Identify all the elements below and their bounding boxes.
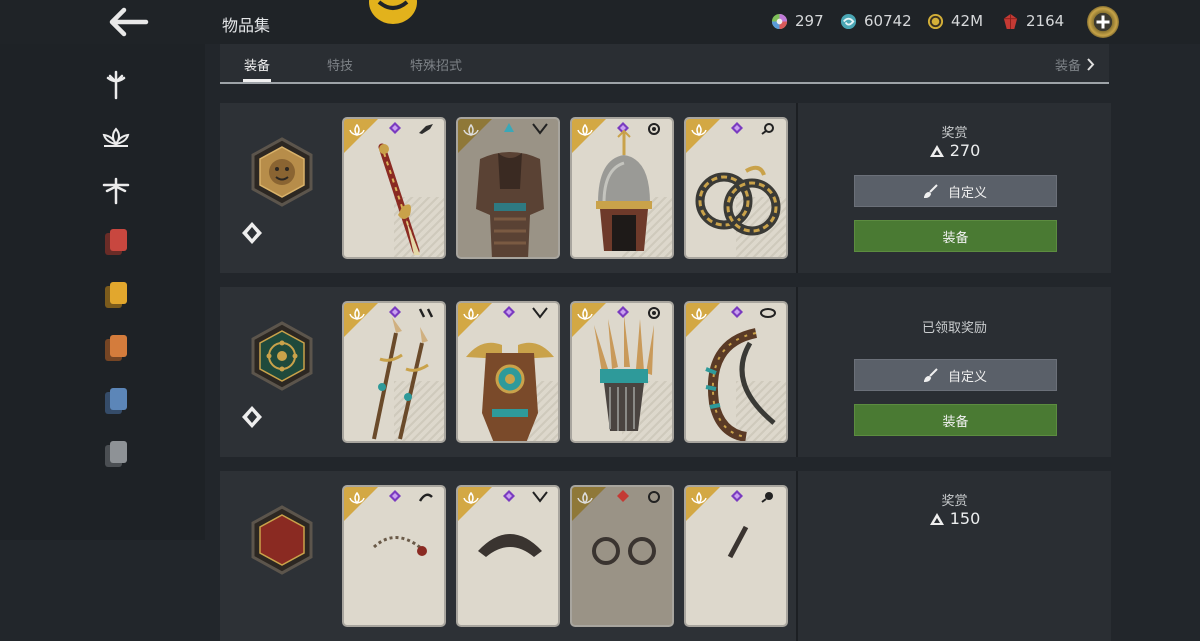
lion-emblem-icon[interactable] <box>250 137 314 207</box>
grey-cards-icon <box>105 441 127 469</box>
currency-steel: 60742 <box>840 12 912 30</box>
currency-coins: 42M <box>927 12 983 30</box>
sidebar-item-grey-cards[interactable] <box>101 440 131 470</box>
chain-card[interactable] <box>342 485 446 627</box>
helmet-card[interactable] <box>570 117 674 259</box>
sword-art <box>378 143 420 255</box>
reward-label: 奖赏 <box>941 126 968 141</box>
reward-amount: 270 <box>949 141 981 160</box>
equip-label: 装备 <box>942 414 969 430</box>
currency-orbs: 297 <box>771 12 824 30</box>
currency-gems-value: 2164 <box>1026 12 1065 30</box>
diamond-badge-icon <box>242 406 262 428</box>
top-bar: 物品集 297 60742 42M 2164 <box>0 0 1200 44</box>
diamond-badge-icon <box>242 222 262 244</box>
collection-row: 已领取奖励 自定义 装备 <box>220 287 1111 457</box>
chain-art <box>372 536 427 556</box>
tab-special-moves[interactable]: 特殊招式 <box>410 55 462 74</box>
rainbow-orb-icon <box>771 13 788 29</box>
red-cards-icon <box>105 229 127 257</box>
spear-art <box>372 317 429 440</box>
shoulder-art <box>478 534 542 557</box>
equip-button[interactable]: 装备 <box>854 220 1057 252</box>
brush-icon <box>923 184 938 198</box>
customize-button[interactable]: 自定义 <box>854 359 1057 391</box>
sidebar-item-heroes[interactable] <box>101 70 131 100</box>
scythe-card[interactable] <box>684 301 788 443</box>
currency-steel-value: 60742 <box>864 12 912 30</box>
reward-value: 150 <box>798 509 1111 528</box>
dim-card[interactable] <box>570 485 674 627</box>
feather-helm-art <box>594 315 654 431</box>
currency-coins-value: 42M <box>951 12 984 30</box>
page-title: 物品集 <box>222 16 271 35</box>
active-tab-indicator <box>243 79 271 82</box>
ring-art <box>695 165 781 236</box>
tab-next-label: 装备 <box>1054 59 1081 74</box>
feather-armor-art <box>466 342 554 441</box>
blue-cards-icon <box>105 388 127 416</box>
collection-row: 奖赏 270 自定义 装备 <box>220 103 1111 273</box>
chevron-right-icon <box>1087 58 1095 71</box>
equip-label: 装备 <box>942 230 969 246</box>
arrow-left-icon <box>109 7 149 37</box>
sidebar-item-collections[interactable] <box>101 124 131 154</box>
sun-wheel-emblem-icon[interactable] <box>250 321 314 391</box>
collection-row: 奖赏 150 <box>220 471 1111 641</box>
sidebar-item-yellow-cards[interactable] <box>101 281 131 311</box>
orange-cards-icon <box>105 335 127 363</box>
sidebar-item-ornaments[interactable] <box>101 176 131 206</box>
reward-panel: 奖赏 150 <box>796 471 1111 641</box>
feather-helm-card[interactable] <box>570 301 674 443</box>
sword-card[interactable] <box>342 117 446 259</box>
customize-button[interactable]: 自定义 <box>854 175 1057 207</box>
lotus-icon <box>102 127 130 147</box>
feather-armor-card[interactable] <box>456 301 560 443</box>
tab-bar: 装备 特技 特殊招式 装备 <box>220 44 1109 84</box>
sword-emblem-icon <box>106 70 126 100</box>
tab-feats[interactable]: 特技 <box>327 55 353 74</box>
steel-triangle-icon <box>929 144 944 157</box>
sidebar <box>0 44 205 540</box>
currency-gems: 2164 <box>1002 12 1064 30</box>
sidebar-item-orange-cards[interactable] <box>101 334 131 364</box>
steel-triangle-icon <box>929 512 944 525</box>
customize-label: 自定义 <box>947 185 987 201</box>
equip-button[interactable]: 装备 <box>854 404 1057 436</box>
reward-panel: 奖赏 270 自定义 装备 <box>796 103 1111 273</box>
game-logo-icon <box>369 0 417 24</box>
reward-value: 270 <box>798 141 1111 160</box>
ring-card[interactable] <box>684 117 788 259</box>
shoulder-card[interactable] <box>456 485 560 627</box>
red-gem-icon <box>1003 13 1018 29</box>
reward-label: 奖赏 <box>941 494 968 509</box>
sidebar-item-blue-cards[interactable] <box>101 387 131 417</box>
dragonfly-icon <box>102 177 130 205</box>
gold-coin-icon <box>927 13 944 29</box>
reward-amount: 150 <box>949 509 981 528</box>
weapon-art <box>727 525 749 559</box>
back-button[interactable] <box>108 6 152 38</box>
red-emblem-icon[interactable] <box>250 505 314 575</box>
steel-swirl-icon <box>840 13 857 29</box>
customize-label: 自定义 <box>947 369 987 385</box>
reward-claimed-label: 已领取奖励 <box>921 321 987 336</box>
tab-equipment[interactable]: 装备 <box>244 55 270 74</box>
scythe-art <box>705 328 776 441</box>
currency-orbs-value: 297 <box>795 12 824 30</box>
spear-card[interactable] <box>342 301 446 443</box>
add-currency-button[interactable] <box>1087 6 1119 38</box>
helmet-art <box>596 129 652 251</box>
reward-panel: 已领取奖励 自定义 装备 <box>796 287 1111 457</box>
tab-next-button[interactable]: 装备 <box>1055 55 1095 74</box>
sidebar-item-red-cards[interactable] <box>101 228 131 258</box>
yellow-cards-icon <box>105 282 127 310</box>
dim-card-art <box>592 537 656 565</box>
armor-card[interactable] <box>456 117 560 259</box>
brush-icon <box>923 368 938 382</box>
armor-art <box>476 152 544 257</box>
weapon-card[interactable] <box>684 485 788 627</box>
